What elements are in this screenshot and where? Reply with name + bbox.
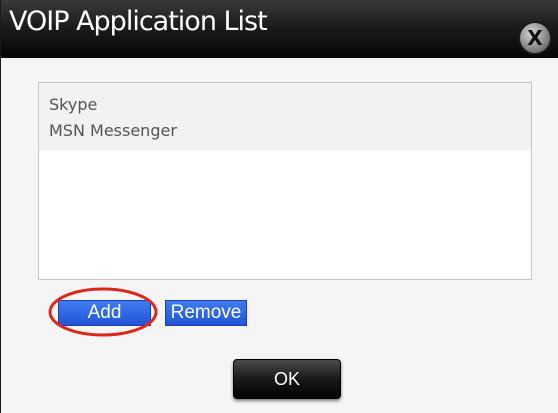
dialog-title: VOIP Application List: [9, 6, 268, 37]
ok-button[interactable]: OK: [233, 359, 341, 399]
voip-application-listbox[interactable]: Skype MSN Messenger: [38, 82, 532, 280]
list-items-area: Skype MSN Messenger: [39, 83, 531, 151]
close-button[interactable]: X: [518, 21, 552, 55]
add-button[interactable]: Add: [58, 300, 151, 326]
voip-application-list-dialog: VOIP Application List X Skype MSN Messen…: [0, 0, 558, 413]
list-item-skype[interactable]: Skype: [39, 92, 531, 118]
remove-button[interactable]: Remove: [165, 300, 247, 326]
title-bar: VOIP Application List X: [1, 0, 558, 58]
close-icon: X: [527, 26, 543, 50]
list-item-msn-messenger[interactable]: MSN Messenger: [39, 118, 531, 144]
